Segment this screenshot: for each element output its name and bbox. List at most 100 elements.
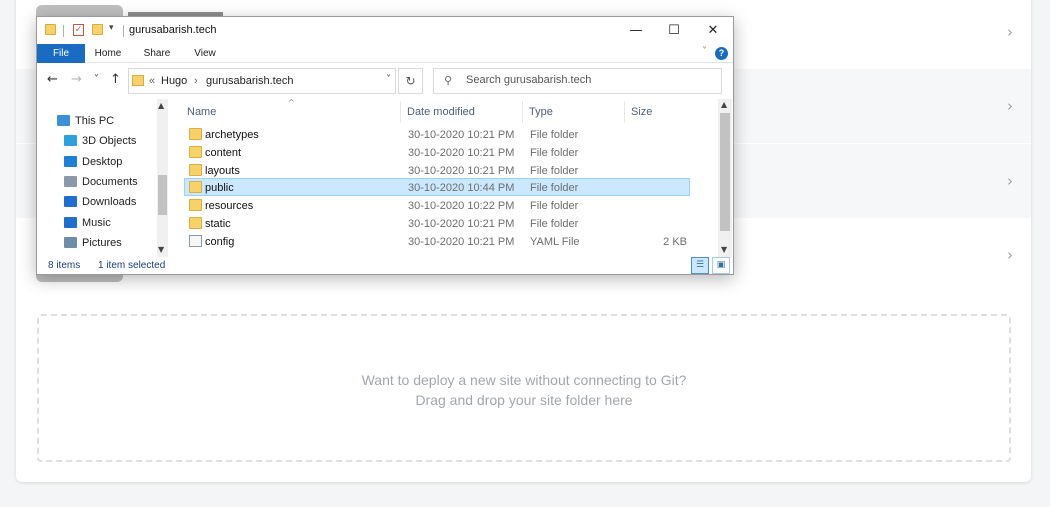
nav-item[interactable]: Music xyxy=(37,213,157,233)
chevron-right-icon[interactable]: › xyxy=(1007,23,1013,41)
search-input[interactable] xyxy=(466,74,706,86)
file-name: resources xyxy=(205,200,254,213)
file-row[interactable]: static 30-10-2020 10:21 PM File folder xyxy=(184,214,690,232)
customize-quick-access-icon[interactable]: ▾ xyxy=(109,23,114,33)
folder-icon xyxy=(189,199,202,212)
folder-icon xyxy=(189,217,202,229)
nav-item-label: Desktop xyxy=(82,155,123,168)
sort-ascending-icon: ^ xyxy=(288,98,295,107)
file-row[interactable]: content 30-10-2020 10:21 PM File folder xyxy=(184,143,690,161)
folder-icon xyxy=(189,181,202,194)
yaml-file-icon xyxy=(189,234,202,247)
column-divider[interactable] xyxy=(624,101,625,123)
folder-icon xyxy=(189,128,202,140)
column-type[interactable]: Type xyxy=(529,106,553,118)
tab-home[interactable]: Home xyxy=(89,44,127,63)
minimize-button[interactable]: — xyxy=(617,17,655,44)
breadcrumb-separator[interactable]: › xyxy=(194,75,198,87)
navigation-pane: This PC 3D Objects Desktop Documents Downloa… xyxy=(37,99,169,257)
file-date-modified: 30-10-2020 10:21 PM xyxy=(408,235,515,248)
scroll-down-icon[interactable]: ▼ xyxy=(158,245,164,254)
tab-view[interactable]: View xyxy=(187,44,223,63)
breadcrumb-current[interactable]: gurusabarish.tech xyxy=(206,75,293,87)
nav-pane-scrollbar[interactable]: ▲ ▼ xyxy=(157,99,168,257)
folder-icon xyxy=(132,75,144,86)
scrollbar-thumb[interactable] xyxy=(158,175,167,215)
drop-zone[interactable]: Want to deploy a new site without connec… xyxy=(37,314,1011,462)
file-type: File folder xyxy=(530,182,579,195)
details-view-button[interactable]: ☰ xyxy=(691,257,709,274)
column-date-modified[interactable]: Date modified xyxy=(407,106,475,118)
scroll-down-icon[interactable]: ▼ xyxy=(721,245,727,254)
column-size[interactable]: Size xyxy=(631,106,652,118)
chevron-right-icon[interactable]: › xyxy=(1007,97,1013,115)
file-name: layouts xyxy=(205,164,240,177)
file-row[interactable]: public 30-10-2020 10:44 PM File folder xyxy=(184,178,690,197)
nav-item[interactable]: 3D Objects xyxy=(37,131,157,151)
large-icons-view-button[interactable]: ▣ xyxy=(712,257,730,274)
tab-file[interactable]: File xyxy=(37,44,85,63)
file-list-scrollbar[interactable]: ▲ ▼ xyxy=(718,99,732,257)
status-bar: 8 items 1 item selected ☰ ▣ xyxy=(37,257,733,274)
recent-locations-button[interactable]: ˅ xyxy=(94,74,99,85)
nav-item-label: 3D Objects xyxy=(82,135,137,148)
file-type: File folder xyxy=(530,129,579,141)
title-bar[interactable]: ✓ ▾ gurusabarish.tech — ☐ ✕ xyxy=(37,17,733,44)
file-date-modified: 30-10-2020 10:44 PM xyxy=(408,182,515,195)
column-name[interactable]: Name xyxy=(187,106,216,118)
maximize-button[interactable]: ☐ xyxy=(655,17,693,44)
file-date-modified: 30-10-2020 10:21 PM xyxy=(408,164,515,177)
expand-ribbon-icon[interactable]: ˅ xyxy=(702,46,707,57)
breadcrumb-hugo[interactable]: Hugo xyxy=(161,75,187,87)
file-name: public xyxy=(205,182,234,195)
search-box[interactable]: ⚲ xyxy=(433,68,722,94)
scroll-up-icon[interactable]: ▲ xyxy=(158,101,164,110)
up-button[interactable]: ↑ xyxy=(110,72,121,87)
breadcrumb-overflow[interactable]: « xyxy=(149,75,155,87)
file-row[interactable]: layouts 30-10-2020 10:21 PM File folder xyxy=(184,161,690,179)
file-row[interactable]: archetypes 30-10-2020 10:21 PM File folder xyxy=(184,125,690,143)
close-button[interactable]: ✕ xyxy=(694,17,732,44)
file-date-modified: 30-10-2020 10:21 PM xyxy=(408,146,515,159)
address-dropdown-icon[interactable]: ˅ xyxy=(386,74,391,85)
window-title: gurusabarish.tech xyxy=(129,24,217,36)
nav-item[interactable]: This PC xyxy=(37,111,157,131)
chevron-right-icon[interactable]: › xyxy=(1007,172,1013,190)
nav-item[interactable]: Documents xyxy=(37,172,157,192)
file-row[interactable]: resources 30-10-2020 10:22 PM File folder xyxy=(184,196,690,214)
explorer-window[interactable]: ✓ ▾ gurusabarish.tech — ☐ ✕ File Home Sh… xyxy=(36,16,734,275)
divider xyxy=(63,25,64,37)
folder-icon xyxy=(45,24,56,35)
column-headers: Name ^ Date modified Type Size xyxy=(181,98,721,123)
desktop-icon xyxy=(64,155,77,167)
drop-zone-title: Want to deploy a new site without connec… xyxy=(361,372,687,388)
column-divider[interactable] xyxy=(400,101,401,123)
nav-item[interactable]: Pictures xyxy=(37,233,157,253)
file-type: File folder xyxy=(530,146,579,159)
scroll-up-icon[interactable]: ▲ xyxy=(721,100,727,109)
file-row[interactable]: config 30-10-2020 10:21 PM YAML File 2 KB xyxy=(184,232,690,250)
pictures-icon xyxy=(64,236,77,248)
file-name: content xyxy=(205,146,242,159)
help-icon[interactable]: ? xyxy=(715,47,728,60)
refresh-button[interactable]: ↻ xyxy=(398,68,423,94)
folder-icon xyxy=(189,163,202,176)
file-type: File folder xyxy=(530,200,579,213)
file-size: 2 KB xyxy=(663,235,687,248)
chevron-right-icon[interactable]: › xyxy=(1007,246,1013,264)
forward-button[interactable]: → xyxy=(71,72,82,87)
nav-item[interactable]: Desktop xyxy=(37,152,157,172)
search-icon: ⚲ xyxy=(444,74,453,87)
scrollbar-thumb[interactable] xyxy=(720,113,730,231)
new-folder-icon[interactable] xyxy=(92,24,103,35)
column-divider[interactable] xyxy=(522,101,523,123)
navigation-bar: ← → ˅ ↑ « Hugo › gurusabarish.tech ˅ ↻ ⚲ xyxy=(37,64,733,98)
file-name: config xyxy=(205,235,235,248)
address-bar[interactable]: « Hugo › gurusabarish.tech ˅ xyxy=(128,68,396,94)
nav-item-label: This PC xyxy=(75,115,115,127)
tab-share[interactable]: Share xyxy=(138,44,176,63)
file-name: static xyxy=(205,218,231,230)
back-button[interactable]: ← xyxy=(47,72,58,87)
nav-item[interactable]: Downloads xyxy=(37,192,157,212)
properties-icon[interactable]: ✓ xyxy=(73,24,84,36)
